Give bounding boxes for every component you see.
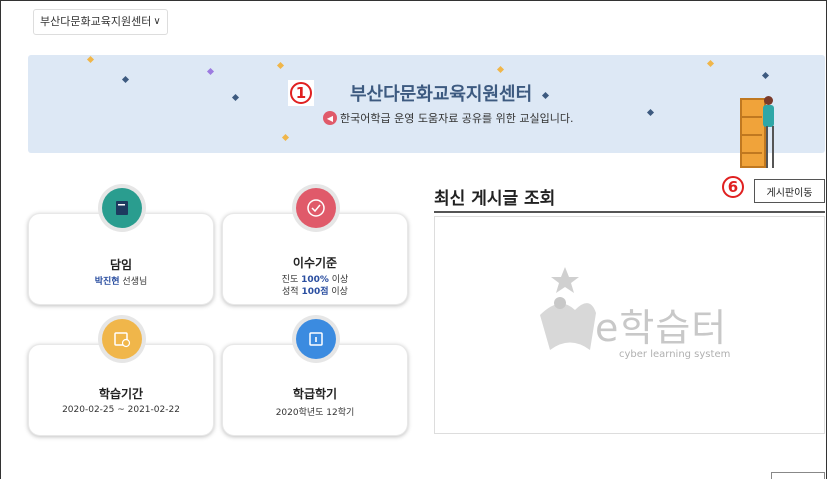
period-card-title: 학습기간 xyxy=(98,387,144,401)
annotation-marker: 6 xyxy=(720,174,746,200)
calendar-clock-icon xyxy=(102,319,142,359)
confetti-icon xyxy=(206,67,215,76)
chevron-down-icon: ∨ xyxy=(153,16,161,27)
period-value: 2020-02-25 ~ 2021-02-22 xyxy=(62,405,180,415)
check-circle-icon xyxy=(296,188,336,228)
calendar-icon xyxy=(296,319,336,359)
confetti-icon xyxy=(276,61,285,70)
teacher-card-title: 담임 xyxy=(109,258,133,272)
confetti-icon xyxy=(646,108,655,117)
class-banner: 부산다문화교육지원센터 ◀ 한국어학급 운영 도움자료 공유를 위한 교실입니다… xyxy=(28,55,825,153)
criteria-score: 성적 100점 이상 xyxy=(282,287,348,297)
confetti-icon xyxy=(761,71,770,80)
bookshelf-illustration xyxy=(740,88,776,168)
elearning-logo-text: e학습터 xyxy=(595,306,728,350)
latest-posts-divider xyxy=(434,211,825,213)
confetti-icon xyxy=(496,65,505,74)
semester-card-title: 학급학기 xyxy=(292,387,338,401)
semester-card: 학급학기 2020학년도 12학기 xyxy=(222,315,408,436)
latest-posts-panel: e학습터 cyber learning system xyxy=(434,216,825,434)
bottom-button-edge[interactable] xyxy=(771,472,825,479)
center-select-label: 부산다문화교육지원센터 xyxy=(40,15,152,28)
confetti-icon xyxy=(281,133,290,142)
window-border-top xyxy=(0,0,827,1)
banner-subtitle: ◀ 한국어학급 운영 도움자료 공유를 위한 교실입니다. xyxy=(323,110,574,126)
elearning-logo-subtitle: cyber learning system xyxy=(619,349,731,360)
book-icon xyxy=(102,188,142,228)
banner-title: 부산다문화교육지원센터 xyxy=(350,84,533,105)
latest-posts-title: 최신 게시글 조회 xyxy=(434,189,556,209)
center-select-dropdown[interactable]: 부산다문화교육지원센터 ∨ xyxy=(33,9,168,35)
confetti-icon xyxy=(541,91,550,100)
confetti-icon xyxy=(121,75,130,84)
period-card: 학습기간 2020-02-25 ~ 2021-02-22 xyxy=(28,315,214,436)
criteria-card-title: 이수기준 xyxy=(292,256,338,270)
confetti-icon xyxy=(231,93,240,102)
banner-subtitle-text: 한국어학급 운영 도움자료 공유를 위한 교실입니다. xyxy=(340,112,574,125)
semester-value: 2020학년도 12학기 xyxy=(275,408,355,418)
window-border-left xyxy=(0,0,1,479)
megaphone-icon: ◀ xyxy=(323,111,337,125)
go-to-board-button[interactable]: 게시판이동 xyxy=(754,179,825,203)
confetti-icon xyxy=(706,59,715,68)
teacher-card: 담임 박진현 선생님 xyxy=(28,184,214,305)
confetti-icon xyxy=(86,55,95,64)
elearning-logo-icon xyxy=(540,267,596,350)
teacher-name: 박진현 선생님 xyxy=(94,277,148,287)
annotation-marker: 1 xyxy=(288,80,314,106)
criteria-card: 이수기준 진도 100% 이상 성적 100점 이상 xyxy=(222,184,408,305)
